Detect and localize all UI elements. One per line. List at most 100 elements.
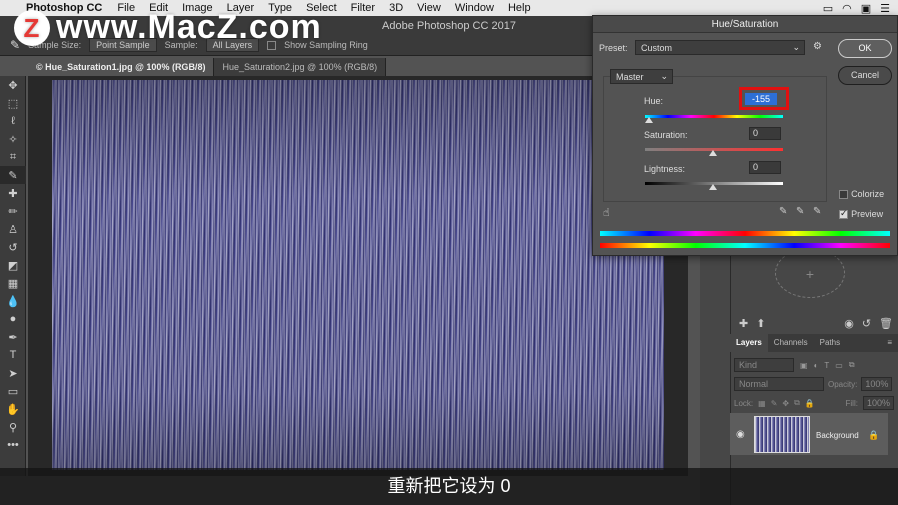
more-tools-icon[interactable]: ••• [0, 436, 26, 454]
tab-hue-saturation2[interactable]: Hue_Saturation2.jpg @ 100% (RGB/8) [214, 58, 387, 76]
import-icon[interactable]: ⬆ [756, 317, 765, 330]
display-icon[interactable]: ▣ [861, 2, 871, 15]
channel-value: Master [616, 72, 644, 82]
blend-mode-select[interactable]: Normal [734, 377, 824, 391]
hue-slider-track[interactable] [645, 115, 783, 118]
brush-tool-icon[interactable]: ✏ [0, 202, 26, 220]
colorize-label: Colorize [851, 189, 885, 199]
lock-move-icon[interactable]: ✥ [782, 399, 789, 408]
eyedropper-icon[interactable]: ✎ [779, 206, 787, 217]
channel-select[interactable]: Master ⌄ [610, 69, 673, 84]
filter-shape-icon[interactable]: ▭ [835, 361, 843, 370]
saturation-label: Saturation: [644, 130, 688, 140]
blur-tool-icon[interactable]: 💧 [0, 292, 26, 310]
preview-checkbox[interactable] [839, 208, 848, 219]
menu-help[interactable]: Help [501, 2, 538, 14]
zoom-tool-icon[interactable]: ⚲ [0, 418, 26, 436]
clone-stamp-icon[interactable]: ♙ [0, 220, 26, 238]
image-shading [52, 80, 664, 470]
path-select-icon[interactable]: ➤ [0, 364, 26, 382]
gradient-tool-icon[interactable]: ▦ [0, 274, 26, 292]
preset-select[interactable]: Custom ⌄ [635, 40, 805, 55]
tab-layers[interactable]: Layers [730, 334, 768, 352]
hue-slider-thumb[interactable] [645, 117, 653, 123]
ok-button[interactable]: OK [838, 39, 892, 58]
preset-value: Custom [641, 43, 673, 53]
menu-window[interactable]: Window [448, 2, 501, 14]
dodge-tool-icon[interactable]: ● [0, 310, 26, 328]
menu-3d[interactable]: 3D [382, 2, 410, 14]
tab-channels[interactable]: Channels [768, 334, 814, 352]
tools-panel: ✥ ⬚ ℓ ✧ ⌗ ✎ ✚ ✏ ♙ ↺ ◩ ▦ 💧 ● ✒ T ➤ ▭ ✋ ⚲ … [0, 76, 26, 476]
trash-icon[interactable]: 🗑 [879, 317, 898, 330]
marquee-tool-icon[interactable]: ⬚ [0, 94, 26, 112]
lasso-tool-icon[interactable]: ℓ [0, 112, 26, 130]
lock-transparent-icon[interactable]: ▦ [758, 399, 766, 408]
healing-brush-icon[interactable]: ✚ [0, 184, 26, 202]
kind-filter-select[interactable]: Kind [734, 358, 794, 372]
history-brush-icon[interactable]: ↺ [0, 238, 26, 256]
reset-icon[interactable]: ↺ [862, 317, 871, 330]
cancel-button[interactable]: Cancel [838, 66, 892, 85]
targeted-adjustment-hand-icon[interactable]: ☝ [603, 206, 610, 219]
pen-tool-icon[interactable]: ✒ [0, 328, 26, 346]
move-tool-icon[interactable]: ✥ [0, 76, 26, 94]
panel-menu-icon[interactable]: ≡ [881, 334, 898, 352]
menu-view[interactable]: View [410, 2, 448, 14]
opacity-label: Opacity: [828, 379, 858, 389]
lightness-label: Lightness: [644, 164, 686, 174]
watermark-text: www.MacZ.com [56, 8, 322, 46]
original-spectrum-bar [600, 243, 890, 248]
filter-type-icon[interactable]: T [824, 361, 829, 370]
list-icon[interactable]: ☰ [880, 2, 890, 15]
document-image[interactable] [52, 80, 664, 470]
lightness-slider-thumb[interactable] [709, 184, 717, 190]
hue-input[interactable]: -155 [745, 93, 777, 105]
hand-tool-icon[interactable]: ✋ [0, 400, 26, 418]
hue-label: Hue: [644, 96, 664, 106]
hue-saturation-dialog: Hue/Saturation Preset: Custom ⌄ ⚙ OK Can… [592, 15, 898, 256]
saturation-slider-thumb[interactable] [709, 150, 717, 156]
fill-field[interactable]: 100% [862, 396, 894, 410]
menu-filter[interactable]: Filter [344, 2, 382, 14]
filter-smart-icon[interactable]: ⧉ [849, 360, 855, 370]
visibility-toggle-icon[interactable]: ◉ [844, 317, 854, 330]
adjustment-footer: ✚ ⬆ ◉ ↺ 🗑 [731, 314, 898, 332]
lock-label: Lock: [734, 398, 754, 408]
chevron-down-icon: ⌄ [660, 71, 668, 81]
crop-tool-icon[interactable]: ⌗ [0, 148, 26, 166]
eyedropper-tool-icon[interactable]: ✎ [0, 166, 26, 184]
eyedropper-plus-icon[interactable]: ✎ [796, 206, 804, 217]
chevron-down-icon: ⌄ [792, 42, 800, 52]
shape-tool-icon[interactable]: ▭ [0, 382, 26, 400]
lightness-input[interactable]: 0 [749, 161, 781, 174]
layer-name[interactable]: Background [816, 431, 859, 440]
layer-visibility-eye-icon[interactable]: ◉ [736, 429, 745, 440]
layers-panel-tabs: Layers Channels Paths ≡ [730, 334, 898, 352]
colorize-checkbox[interactable] [839, 189, 848, 199]
dialog-title: Hue/Saturation [593, 16, 897, 33]
watermark: Z www.MacZ.com [14, 8, 322, 47]
quick-select-tool-icon[interactable]: ✧ [0, 130, 26, 148]
lock-all-icon[interactable]: 🔒 [805, 399, 815, 408]
type-tool-icon[interactable]: T [0, 346, 26, 364]
wifi-icon[interactable]: ◠ [842, 2, 852, 15]
layer-filter-row: Kind ▣ ◐ T ▭ ⧉ [734, 358, 894, 372]
add-icon[interactable]: ✚ [739, 317, 748, 330]
eyedropper-minus-icon[interactable]: ✎ [813, 206, 821, 217]
layer-thumbnail [754, 416, 810, 453]
filter-pixel-icon[interactable]: ▣ [800, 361, 808, 370]
colorize-option[interactable]: Colorize [839, 188, 884, 200]
preview-option[interactable]: Preview [839, 208, 883, 220]
opacity-field[interactable]: 100% [861, 377, 893, 391]
eraser-tool-icon[interactable]: ◩ [0, 256, 26, 274]
tab-paths[interactable]: Paths [814, 334, 846, 352]
saturation-input[interactable]: 0 [749, 127, 781, 140]
filter-adjust-icon[interactable]: ◐ [814, 361, 819, 370]
gear-icon[interactable]: ⚙ [813, 41, 822, 52]
battery-icon[interactable]: ▭ [823, 2, 833, 15]
tab-hue-saturation1[interactable]: © Hue_Saturation1.jpg @ 100% (RGB/8) [28, 58, 215, 76]
lock-artboard-icon[interactable]: ⧉ [794, 398, 800, 408]
fill-label: Fill: [845, 398, 858, 408]
lock-brush-icon[interactable]: ✎ [771, 399, 778, 408]
